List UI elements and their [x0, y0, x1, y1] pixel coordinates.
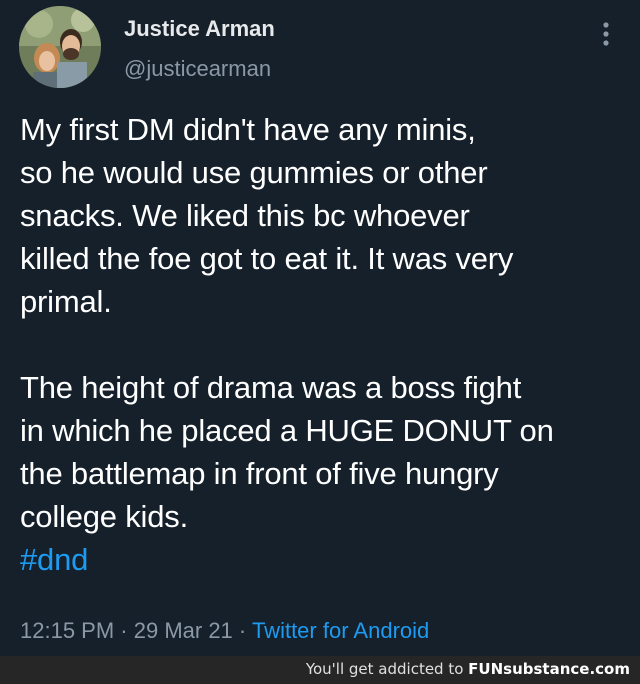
author-handle[interactable]: @justicearman — [124, 56, 271, 82]
watermark-brand-main[interactable]: substance — [503, 660, 589, 678]
tweet-line: snacks. We liked this bc whoever — [20, 198, 470, 233]
author-display-name[interactable]: Justice Arman — [124, 16, 275, 42]
tweet-meta: 12:15 PM · 29 Mar 21 · Twitter for Andro… — [20, 618, 429, 644]
watermark-tagline: You'll get addicted to — [305, 660, 469, 678]
tweet-line: college kids. — [20, 499, 188, 534]
tweet-line: killed the foe got to eat it. It was ver… — [20, 241, 514, 276]
tweet-line: the battlemap in front of five hungry — [20, 456, 499, 491]
tweet-line: My first DM didn't have any minis, — [20, 112, 476, 147]
avatar-photo-icon — [19, 6, 101, 88]
tweet-source-link[interactable]: Twitter for Android — [252, 618, 429, 643]
tweet-card: Justice Arman @justicearman My first DM … — [0, 0, 640, 656]
watermark-text: You'll get addicted to FUNsubstance.com — [306, 660, 630, 678]
meta-separator: · — [114, 618, 134, 643]
tweet-date[interactable]: 29 Mar 21 — [134, 618, 233, 643]
vertical-ellipsis-icon[interactable] — [596, 20, 616, 48]
tweet-line: primal. — [20, 284, 112, 319]
tweet-body: My first DM didn't have any minis, so he… — [20, 108, 630, 581]
hashtag-link[interactable]: #dnd — [20, 542, 88, 577]
watermark-brand-tld[interactable]: .com — [589, 660, 630, 678]
meta-separator: · — [232, 618, 252, 643]
watermark-bar: You'll get addicted to FUNsubstance.com — [0, 656, 640, 684]
author-avatar[interactable] — [19, 6, 101, 88]
tweet-line: The height of drama was a boss fight — [20, 370, 522, 405]
watermark-brand-prefix[interactable]: FUN — [468, 660, 503, 678]
tweet-line: so he would use gummies or other — [20, 155, 488, 190]
tweet-time[interactable]: 12:15 PM — [20, 618, 114, 643]
tweet-line: in which he placed a HUGE DONUT on — [20, 413, 554, 448]
